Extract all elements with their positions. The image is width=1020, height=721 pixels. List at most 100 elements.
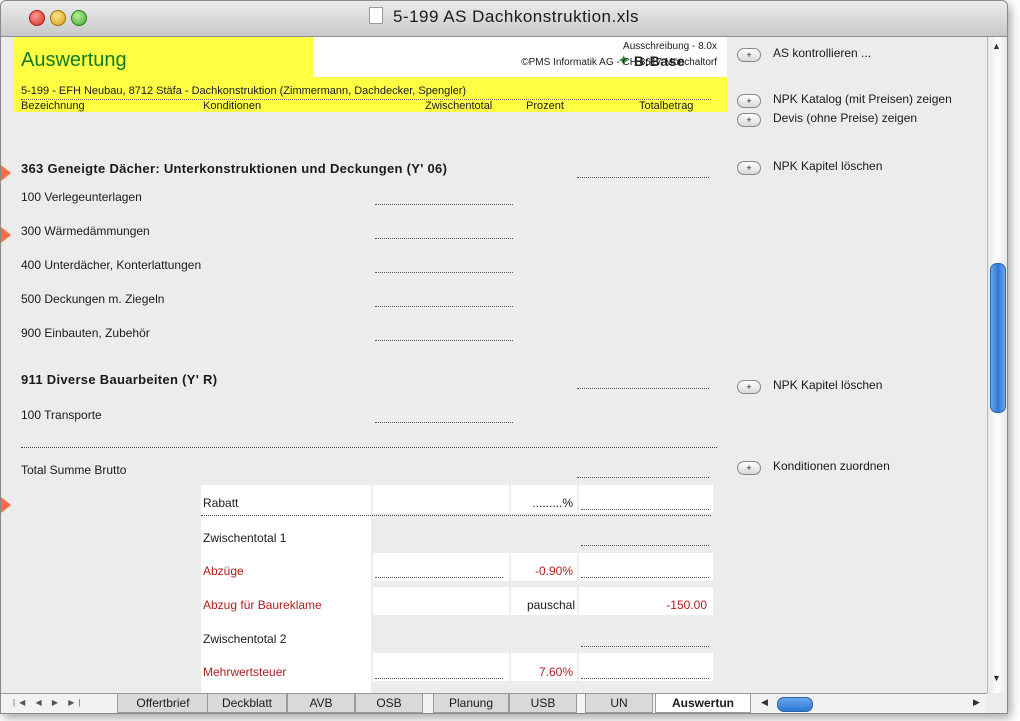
item-row: 100 Verlegeunterlagen — [21, 190, 142, 204]
macro-sidebar: + AS kontrollieren ... + NPK Katalog (mit … — [727, 37, 987, 693]
report-title: Auswertung — [21, 49, 127, 71]
tab-auswertung[interactable]: Auswertun — [655, 694, 751, 713]
plus-icon: + — [737, 461, 761, 475]
row-divider — [201, 515, 711, 516]
abzuege-percent[interactable]: -0.90% — [513, 564, 573, 578]
excel-window: 5-199 AS Dachkonstruktion.xls ✦ B:Base Au… — [0, 0, 1008, 714]
mwst-percent[interactable]: 7.60% — [513, 665, 573, 679]
tab-navigation-arrows-icon[interactable]: |◀ ◀ ▶ ▶| — [13, 698, 84, 707]
total-dots — [581, 646, 709, 647]
col-header-bezeichnung: Bezeichnung — [21, 100, 85, 112]
section-heading-911: 911 Diverse Bauarbeiten (Y' R) — [21, 372, 218, 387]
plus-icon: + — [737, 48, 761, 62]
subtotal-dots — [375, 238, 513, 239]
col-header-totalbetrag: Totalbetrag — [639, 100, 694, 112]
vertical-scroll-thumb[interactable] — [990, 263, 1006, 413]
baureklame-cell-zwischentotal[interactable] — [373, 587, 509, 615]
total-brutto-label: Total Summe Brutto — [21, 463, 127, 477]
baureklame-label: Abzug für Baureklame — [203, 598, 322, 612]
total-dots — [577, 177, 709, 178]
rabatt-percent[interactable]: .........% — [513, 496, 573, 510]
sheet-tab-bar: |◀ ◀ ▶ ▶| Offertbrief Deckblatt AVB OSB … — [1, 693, 987, 713]
section-divider — [21, 447, 717, 448]
row-marker-arrow — [1, 165, 11, 181]
item-row: 100 Transporte — [21, 408, 102, 422]
spreadsheet-area[interactable]: ✦ B:Base Ausschreibung - 8.0x ©PMS Inform… — [1, 37, 727, 693]
subtotal-dots — [375, 340, 513, 341]
plus-icon: + — [737, 380, 761, 394]
tab-offertbrief[interactable]: Offertbrief — [117, 694, 209, 713]
scroll-down-arrow-icon[interactable]: ▼ — [992, 673, 1001, 683]
subtotal-dots — [375, 306, 513, 307]
horizontal-scroll-thumb[interactable] — [777, 697, 813, 712]
item-row: 900 Einbauten, Zubehör — [21, 326, 150, 340]
subtotal-dots — [375, 272, 513, 273]
col-header-zwischentotal: Zwischentotal — [425, 100, 493, 112]
version-label: Ausschreibung - 8.0x — [623, 41, 717, 52]
tab-osb[interactable]: OSB — [355, 694, 423, 713]
npk-kapitel-loeschen-label: NPK Kapitel löschen — [773, 159, 883, 173]
baureklame-type[interactable]: pauschal — [513, 598, 575, 612]
scroll-up-arrow-icon[interactable]: ▲ — [992, 41, 1001, 51]
subtotal-dots — [375, 204, 513, 205]
zwischentotal1-label: Zwischentotal 1 — [203, 531, 287, 545]
tab-usb[interactable]: USB — [509, 694, 577, 713]
item-row: 400 Unterdächer, Konterlattungen — [21, 258, 202, 272]
col-header-prozent: Prozent — [526, 100, 564, 112]
npk-katalog-label: NPK Katalog (mit Preisen) zeigen — [773, 92, 952, 106]
total-dots — [581, 577, 709, 578]
npk-kapitel-loeschen-label: NPK Kapitel löschen — [773, 378, 883, 392]
baureklame-value[interactable]: -150.00 — [581, 598, 707, 612]
col-header-konditionen: Konditionen — [203, 100, 262, 112]
devis-label: Devis (ohne Preise) zeigen — [773, 111, 918, 125]
vertical-scrollbar[interactable]: ▲ ▼ — [987, 37, 1007, 693]
company-label: ©PMS Informatik AG - CH 8617 Mönchaltorf — [521, 57, 717, 68]
tab-avb[interactable]: AVB — [287, 694, 355, 713]
abzuege-label: Abzüge — [203, 564, 244, 578]
report-banner: ✦ B:Base Ausschreibung - 8.0x ©PMS Inform… — [13, 37, 727, 112]
item-row: 300 Wärmedämmungen — [21, 224, 150, 238]
window-title: 5-199 AS Dachkonstruktion.xls — [1, 7, 1007, 27]
total-dots — [577, 477, 709, 478]
rabatt-label: Rabatt — [203, 496, 239, 510]
npk-kapitel-loeschen-button[interactable]: + NPK Kapitel löschen — [737, 159, 882, 175]
row-marker-arrow — [1, 227, 11, 243]
mwst-cell-zwischentotal[interactable] — [373, 653, 509, 681]
konditionen-zuordnen-label: Konditionen zuordnen — [773, 459, 890, 473]
npk-kapitel-loeschen-button[interactable]: + NPK Kapitel löschen — [737, 378, 882, 394]
rabatt-cell-zwischentotal[interactable] — [373, 485, 509, 513]
document-icon — [368, 7, 383, 24]
item-row: 500 Deckungen m. Ziegeln — [21, 292, 165, 306]
as-kontrollieren-label: AS kontrollieren ... — [773, 46, 872, 60]
window-title-text: 5-199 AS Dachkonstruktion.xls — [392, 7, 639, 26]
scroll-left-arrow-icon[interactable]: ◀ — [761, 697, 768, 708]
devis-button[interactable]: + Devis (ohne Preise) zeigen — [737, 111, 917, 127]
npk-katalog-button[interactable]: + NPK Katalog (mit Preisen) zeigen — [737, 92, 952, 108]
total-dots — [581, 678, 709, 679]
subtotal-dots — [375, 577, 503, 578]
tab-planung[interactable]: Planung — [433, 694, 509, 713]
konditionen-zuordnen-button[interactable]: + Konditionen zuordnen — [737, 459, 890, 475]
mwst-label: Mehrwertsteuer — [203, 665, 287, 679]
banner-white-panel: ✦ B:Base Ausschreibung - 8.0x ©PMS Inform… — [313, 37, 727, 77]
conditions-label-column — [201, 485, 371, 693]
zwischentotal2-label: Zwischentotal 2 — [203, 632, 287, 646]
as-kontrollieren-button[interactable]: + AS kontrollieren ... — [737, 46, 871, 62]
tab-un[interactable]: UN — [585, 694, 653, 713]
banner-divider — [21, 99, 711, 100]
plus-icon: + — [737, 94, 761, 108]
plus-icon: + — [737, 113, 761, 127]
tab-deckblatt[interactable]: Deckblatt — [207, 694, 287, 713]
subtotal-dots — [375, 678, 503, 679]
total-dots — [581, 509, 709, 510]
project-description: 5-199 - EFH Neubau, 8712 Stäfa - Dachkon… — [21, 85, 467, 97]
plus-icon: + — [737, 161, 761, 175]
section-heading-363: 363 Geneigte Dächer: Unterkonstruktionen… — [21, 161, 448, 176]
row-marker-arrow — [1, 497, 11, 513]
total-dots — [581, 545, 709, 546]
subtotal-dots — [375, 422, 513, 423]
mwst-cell-total[interactable] — [579, 653, 713, 681]
title-bar: 5-199 AS Dachkonstruktion.xls — [1, 1, 1007, 37]
scroll-right-arrow-icon[interactable]: ▶ — [973, 697, 980, 708]
total-dots — [577, 388, 709, 389]
